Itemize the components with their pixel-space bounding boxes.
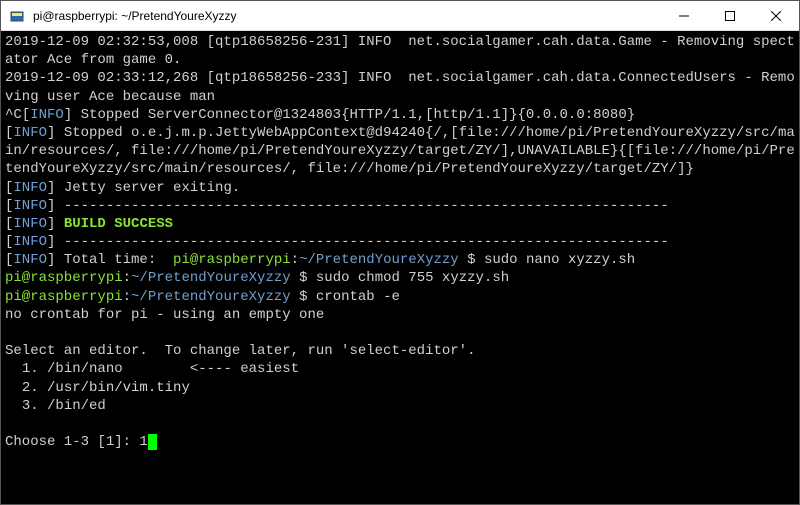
bracket: [ (22, 107, 30, 123)
maximize-button[interactable] (707, 1, 753, 30)
info-tag: INFO (13, 234, 47, 250)
titlebar[interactable]: pi@raspberrypi: ~/PretendYoureXyzzy (1, 1, 799, 31)
command: sudo nano xyzzy.sh (484, 252, 635, 268)
build-success: BUILD SUCCESS (64, 216, 173, 232)
no-crontab: no crontab for pi - using an empty one (5, 307, 324, 323)
command: crontab -e (316, 289, 400, 305)
info-tag: INFO (13, 125, 47, 141)
prompt-sep: : (123, 289, 131, 305)
ctrl-c: ^C (5, 107, 22, 123)
bracket: ] (47, 216, 55, 232)
bracket: ] (64, 107, 72, 123)
putty-icon (9, 8, 25, 24)
prompt-path: ~/PretendYoureXyzzy (131, 289, 291, 305)
prompt-end: $ (291, 289, 316, 305)
terminal-body[interactable]: 2019-12-09 02:32:53,008 [qtp18658256-231… (1, 31, 799, 504)
close-button[interactable] (753, 1, 799, 30)
window-controls (661, 1, 799, 30)
command: sudo chmod 755 xyzzy.sh (316, 270, 509, 286)
prompt-end: $ (459, 252, 484, 268)
putty-window: pi@raspberrypi: ~/PretendYoureXyzzy 2019… (0, 0, 800, 505)
prompt-end: $ (291, 270, 316, 286)
info-tag: INFO (13, 198, 47, 214)
log-line: 2019-12-09 02:32:53,008 [qtp18658256-231… (5, 34, 795, 68)
choose-input[interactable]: 1 (139, 434, 147, 450)
log-text: Jetty server exiting. (55, 180, 240, 196)
prompt-user: pi@raspberrypi (5, 270, 123, 286)
log-text: Stopped ServerConnector@1324803{HTTP/1.1… (72, 107, 635, 123)
info-tag: INFO (30, 107, 64, 123)
editor-option: 2. /usr/bin/vim.tiny (5, 380, 190, 396)
prompt-sep: : (291, 252, 299, 268)
total-time-prefix: Total time: (55, 252, 173, 268)
prompt-user: pi@raspberrypi (5, 289, 123, 305)
info-tag: INFO (13, 180, 47, 196)
choose-prompt: Choose 1-3 [1]: (5, 434, 139, 450)
log-text: Stopped o.e.j.m.p.JettyWebAppContext@d94… (5, 125, 795, 177)
log-line: 2019-12-09 02:33:12,268 [qtp18658256-233… (5, 70, 795, 104)
divider: ----------------------------------------… (55, 198, 668, 214)
prompt-path: ~/PretendYoureXyzzy (131, 270, 291, 286)
info-tag: INFO (13, 252, 47, 268)
minimize-button[interactable] (661, 1, 707, 30)
divider: ----------------------------------------… (55, 234, 668, 250)
select-editor-text: Select an editor. To change later, run '… (5, 343, 475, 359)
editor-option: 3. /bin/ed (5, 398, 106, 414)
editor-option: 1. /bin/nano <---- easiest (5, 361, 299, 377)
prompt-path: ~/PretendYoureXyzzy (299, 252, 459, 268)
window-title: pi@raspberrypi: ~/PretendYoureXyzzy (33, 9, 661, 23)
cursor (148, 434, 157, 450)
prompt-user: pi@raspberrypi (173, 252, 291, 268)
info-tag: INFO (13, 216, 47, 232)
prompt-sep: : (123, 270, 131, 286)
